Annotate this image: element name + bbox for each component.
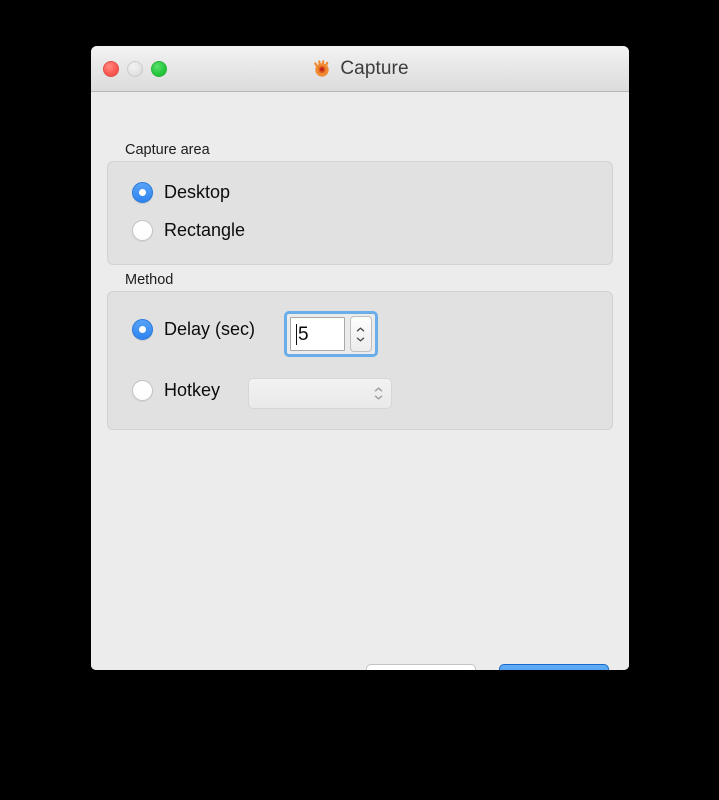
radio-hotkey-indicator[interactable] <box>132 380 153 401</box>
radio-desktop-label: Desktop <box>164 182 231 202</box>
text-caret <box>296 323 297 345</box>
delay-input[interactable]: 5 <box>290 317 345 351</box>
desktop-background: Capture Capture area Desktop Rectangle M… <box>0 0 719 800</box>
window-title-group: Capture <box>91 46 629 92</box>
dialog-body: Capture area Desktop Rectangle Method De… <box>91 92 629 670</box>
radio-desktop-indicator[interactable] <box>132 182 153 203</box>
radio-delay[interactable]: Delay (sec) <box>132 319 255 340</box>
delay-value: 5 <box>298 323 309 345</box>
capture-dialog-window: Capture Capture area Desktop Rectangle M… <box>91 46 629 670</box>
radio-delay-label: Delay (sec) <box>164 319 256 339</box>
method-group: Delay (sec) 5 Hotkey <box>107 291 613 430</box>
radio-hotkey[interactable]: Hotkey <box>132 380 220 401</box>
capture-area-group: Desktop Rectangle <box>107 161 613 265</box>
capture-area-group-label: Capture area <box>125 142 210 158</box>
window-title: Capture <box>340 58 409 79</box>
radio-delay-indicator[interactable] <box>132 319 153 340</box>
capture-app-icon <box>314 60 330 77</box>
chevron-up-icon[interactable] <box>356 327 365 332</box>
delay-stepper[interactable] <box>349 316 372 352</box>
radio-desktop[interactable]: Desktop <box>132 182 230 203</box>
radio-rectangle[interactable]: Rectangle <box>132 220 245 241</box>
cancel-button[interactable]: Cancel <box>366 664 476 670</box>
chevron-down-icon[interactable] <box>374 395 383 400</box>
chevron-down-icon[interactable] <box>356 337 365 342</box>
hotkey-stepper[interactable] <box>374 387 383 400</box>
radio-hotkey-label: Hotkey <box>164 380 221 400</box>
radio-rectangle-label: Rectangle <box>164 220 246 240</box>
radio-rectangle-indicator[interactable] <box>132 220 153 241</box>
window-titlebar[interactable]: Capture <box>91 46 629 92</box>
ok-button[interactable]: OK <box>499 664 609 670</box>
method-group-label: Method <box>125 272 174 288</box>
delay-spinbox[interactable]: 5 <box>284 311 378 357</box>
hotkey-combobox[interactable] <box>248 378 392 409</box>
chevron-up-icon[interactable] <box>374 387 383 392</box>
